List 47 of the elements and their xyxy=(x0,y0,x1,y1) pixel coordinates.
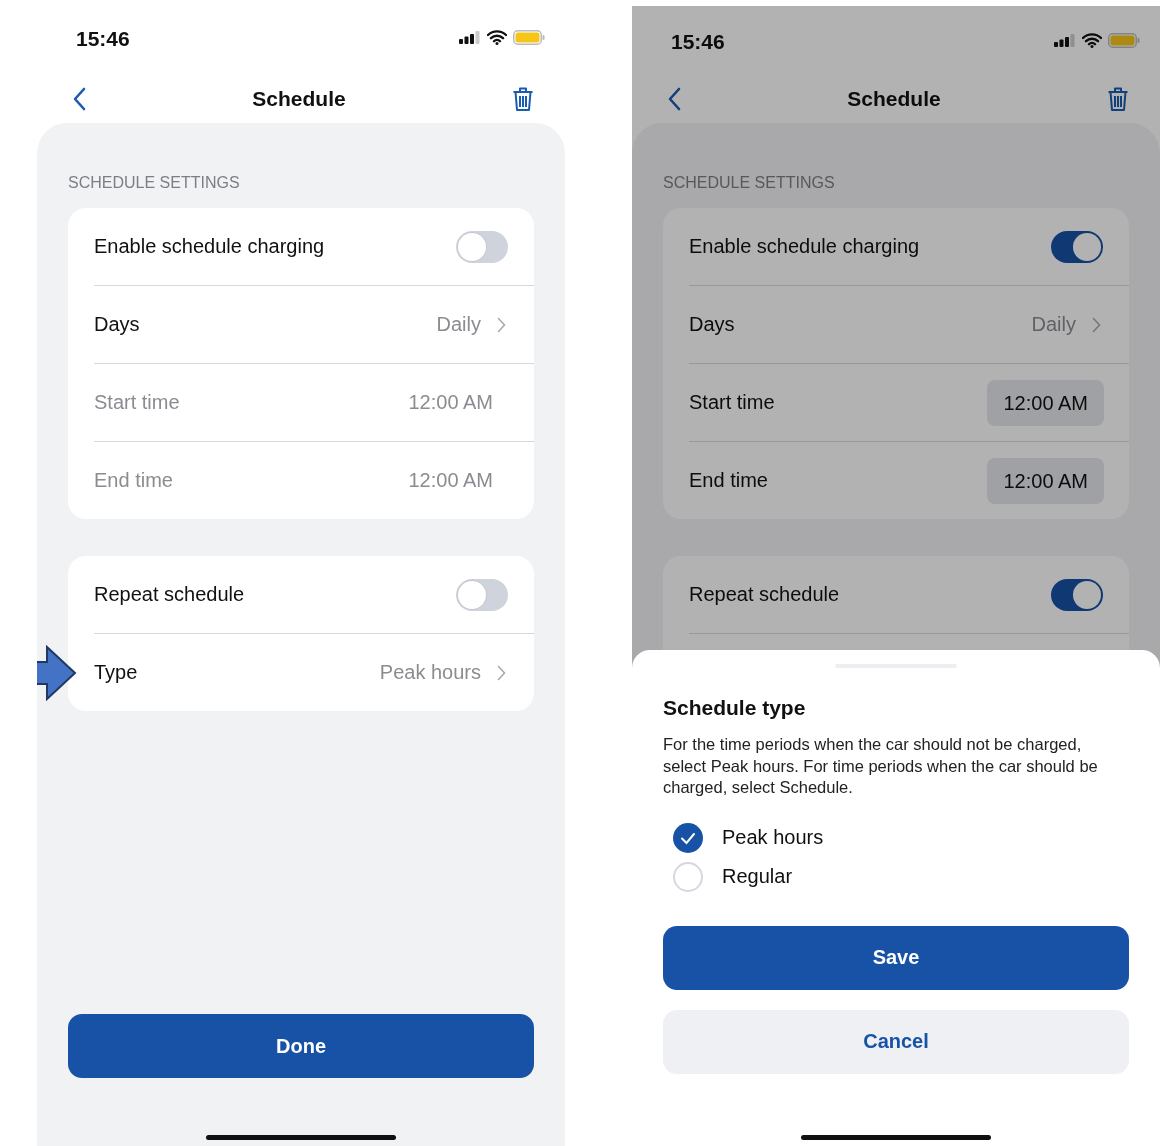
row-label: End time xyxy=(94,469,174,492)
time-picker[interactable]: 12:00 AM xyxy=(987,457,1104,504)
wifi-icon xyxy=(487,30,507,45)
sheet-title: Schedule type xyxy=(663,696,807,720)
toggle-switch[interactable] xyxy=(456,230,508,263)
battery-icon xyxy=(1108,33,1140,48)
cancel-button[interactable]: Cancel xyxy=(663,1009,1129,1074)
screen-title: Schedule xyxy=(847,87,941,111)
wifi-icon xyxy=(1082,33,1102,48)
battery-icon xyxy=(513,30,545,45)
section-header: SCHEDULE SETTINGS xyxy=(663,173,836,193)
chevron-right-icon xyxy=(497,316,506,333)
row-label: Start time xyxy=(689,391,776,414)
row-label: Repeat schedule xyxy=(94,583,246,606)
signal-icon xyxy=(459,31,481,44)
sheet-description: For the time periods when the car should not be charged, select Peak hours. For time periods when the car should be charged, select Schedule. xyxy=(663,734,1099,798)
row-label: Enable schedule charging xyxy=(689,235,921,258)
signal-icon xyxy=(1054,34,1076,47)
trash-icon[interactable] xyxy=(1107,86,1129,112)
toggle-switch[interactable] xyxy=(456,578,508,611)
radio-button[interactable] xyxy=(673,861,703,892)
toggle-switch[interactable] xyxy=(1051,230,1103,263)
toggle-switch[interactable] xyxy=(1051,578,1103,611)
time-value: 12:00 AM xyxy=(408,391,493,414)
back-icon[interactable] xyxy=(667,87,681,111)
option-label[interactable]: Regular xyxy=(722,865,793,888)
chevron-right-icon xyxy=(497,664,506,681)
save-button[interactable]: Save xyxy=(663,925,1129,990)
section-header: SCHEDULE SETTINGS xyxy=(68,173,241,193)
time-picker[interactable]: 12:00 AM xyxy=(987,379,1104,426)
done-button[interactable]: Done xyxy=(68,1014,534,1078)
status-time: 15:46 xyxy=(76,26,130,51)
option-label[interactable]: Peak hours xyxy=(722,826,824,849)
row-label: End time xyxy=(689,469,769,492)
row-label: Repeat schedule xyxy=(689,583,841,606)
screen-title: Schedule xyxy=(252,87,346,111)
radio-button[interactable] xyxy=(673,822,703,853)
status-time: 15:46 xyxy=(671,29,725,54)
row-label: Type xyxy=(94,661,139,684)
row-label: Days xyxy=(689,313,736,336)
row-label: Enable schedule charging xyxy=(94,235,326,258)
row-label: Start time xyxy=(94,391,181,414)
row-label: Days xyxy=(94,313,141,336)
back-icon[interactable] xyxy=(72,87,86,111)
trash-icon[interactable] xyxy=(512,86,534,112)
chevron-right-icon xyxy=(1092,316,1101,333)
time-value: 12:00 AM xyxy=(408,469,493,492)
